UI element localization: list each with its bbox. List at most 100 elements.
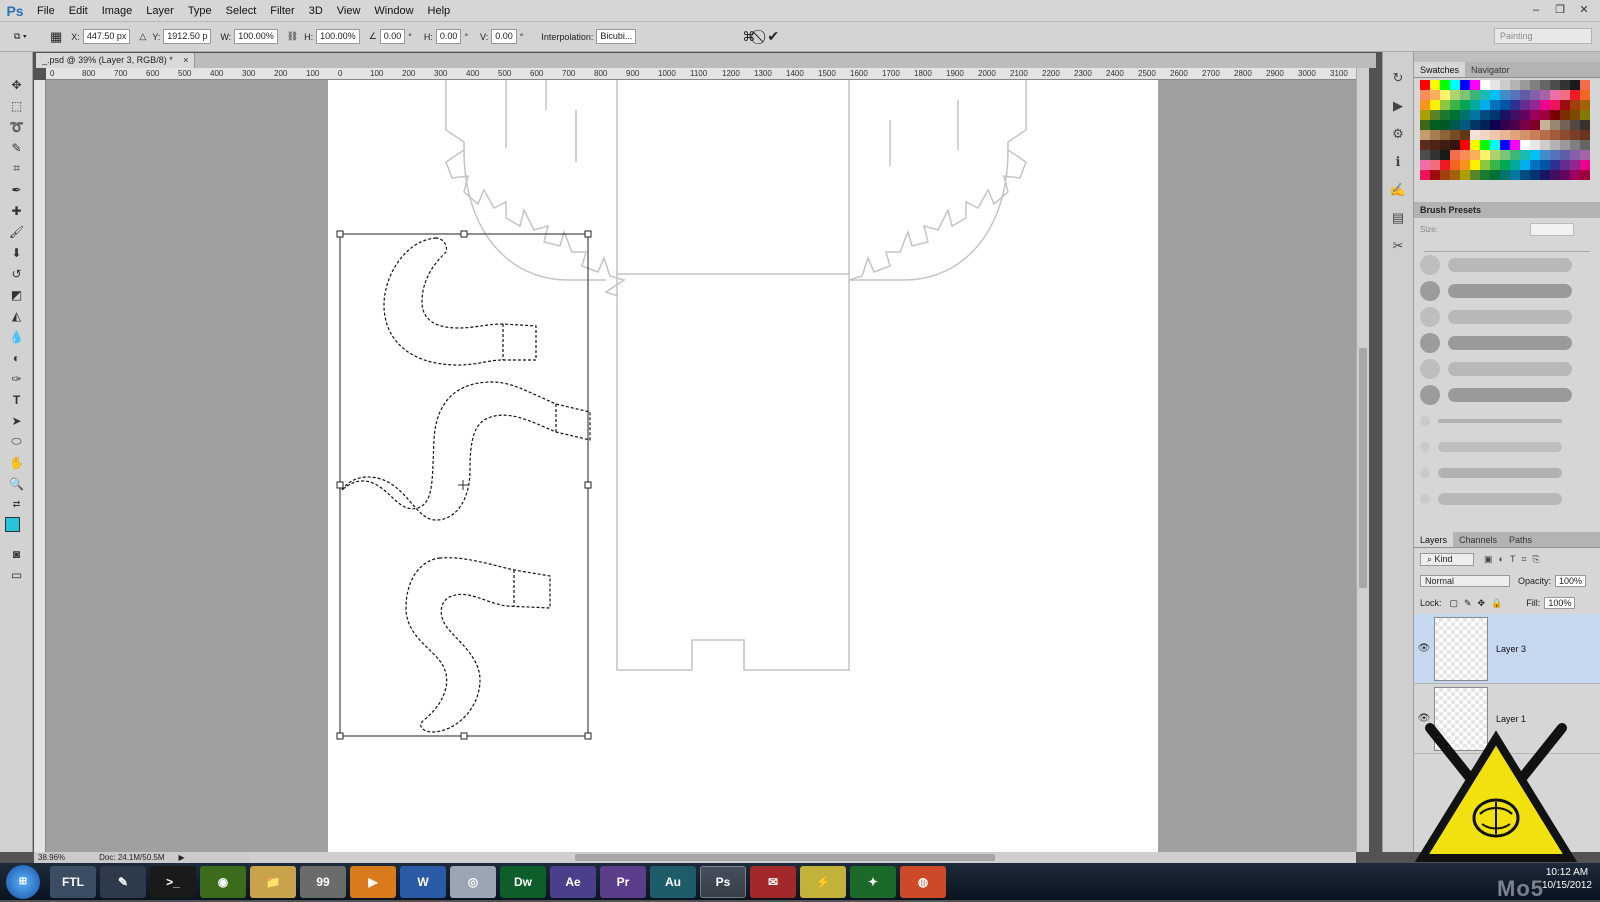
swatch[interactable] bbox=[1480, 100, 1490, 110]
stamp-tool-icon[interactable]: ⬇ bbox=[0, 242, 33, 263]
swatch[interactable] bbox=[1570, 130, 1580, 140]
swatch[interactable] bbox=[1420, 110, 1430, 120]
taskbar-app-5[interactable]: 99 bbox=[300, 865, 346, 898]
warp-icon[interactable]: ⌘ bbox=[742, 29, 755, 45]
width-field[interactable]: 100.00% bbox=[234, 29, 278, 44]
history-brush-tool-icon[interactable]: ↺ bbox=[0, 263, 33, 284]
swatch[interactable] bbox=[1520, 120, 1530, 130]
swatch[interactable] bbox=[1490, 160, 1500, 170]
close-tab-icon[interactable]: × bbox=[183, 55, 188, 65]
swatch[interactable] bbox=[1490, 130, 1500, 140]
swatch[interactable] bbox=[1430, 150, 1440, 160]
swatch[interactable] bbox=[1560, 160, 1570, 170]
hand-tool-icon[interactable]: ✋ bbox=[0, 452, 33, 473]
swatch[interactable] bbox=[1430, 170, 1440, 180]
swatch[interactable] bbox=[1420, 170, 1430, 180]
swatch[interactable] bbox=[1460, 160, 1470, 170]
swatch[interactable] bbox=[1440, 90, 1450, 100]
swatch[interactable] bbox=[1550, 90, 1560, 100]
taskbar-app-4[interactable]: 📁 bbox=[250, 865, 296, 898]
commit-transform-icon[interactable]: ✔ bbox=[767, 28, 779, 45]
swatch[interactable] bbox=[1510, 120, 1520, 130]
minimize-button[interactable]: – bbox=[1526, 2, 1546, 18]
swatch[interactable] bbox=[1480, 140, 1490, 150]
swatch[interactable] bbox=[1520, 140, 1530, 150]
color-swatches[interactable] bbox=[0, 515, 32, 543]
swatch[interactable] bbox=[1570, 80, 1580, 90]
swatch[interactable] bbox=[1460, 100, 1470, 110]
taskbar-app-17[interactable]: ◍ bbox=[900, 865, 946, 898]
menu-layer[interactable]: Layer bbox=[139, 5, 181, 17]
swatch[interactable] bbox=[1540, 140, 1550, 150]
swatch[interactable] bbox=[1520, 160, 1530, 170]
taskbar-app-15[interactable]: ⚡ bbox=[800, 865, 846, 898]
menu-help[interactable]: Help bbox=[421, 5, 458, 17]
lock-icons[interactable]: ▢✎✥🔒 bbox=[1450, 598, 1509, 609]
swatch[interactable] bbox=[1540, 80, 1550, 90]
swatch[interactable] bbox=[1550, 150, 1560, 160]
workspace-select[interactable]: Painting bbox=[1494, 28, 1592, 44]
swatch[interactable] bbox=[1560, 120, 1570, 130]
swatch[interactable] bbox=[1460, 90, 1470, 100]
swatch[interactable] bbox=[1500, 150, 1510, 160]
taskbar-app-0[interactable]: FTL bbox=[50, 865, 96, 898]
swatch[interactable] bbox=[1430, 160, 1440, 170]
menu-3d[interactable]: 3D bbox=[302, 5, 330, 17]
swatch[interactable] bbox=[1430, 130, 1440, 140]
swatch[interactable] bbox=[1580, 100, 1590, 110]
adjustments-icon[interactable]: ⚙ bbox=[1383, 120, 1413, 148]
brush-preset-item[interactable] bbox=[1414, 278, 1600, 304]
swatch[interactable] bbox=[1500, 130, 1510, 140]
swatch[interactable] bbox=[1470, 90, 1480, 100]
vertical-scroll-thumb[interactable] bbox=[1359, 348, 1367, 588]
swatch[interactable] bbox=[1570, 120, 1580, 130]
swatch[interactable] bbox=[1510, 100, 1520, 110]
swatch[interactable] bbox=[1570, 170, 1580, 180]
opacity-field[interactable]: 100% bbox=[1555, 575, 1587, 587]
swatch[interactable] bbox=[1550, 80, 1560, 90]
swatch[interactable] bbox=[1470, 130, 1480, 140]
swatch[interactable] bbox=[1520, 100, 1530, 110]
swatch[interactable] bbox=[1580, 150, 1590, 160]
taskbar-app-10[interactable]: Ae bbox=[550, 865, 596, 898]
swatch[interactable] bbox=[1480, 150, 1490, 160]
quick-mask-icon[interactable]: ◙ bbox=[0, 543, 33, 564]
swatch[interactable] bbox=[1430, 80, 1440, 90]
swatch[interactable] bbox=[1460, 140, 1470, 150]
brush-size-slider[interactable] bbox=[1424, 240, 1590, 252]
swatch[interactable] bbox=[1420, 160, 1430, 170]
swatch[interactable] bbox=[1500, 160, 1510, 170]
swatch[interactable] bbox=[1460, 80, 1470, 90]
taskbar-app-13[interactable]: Ps bbox=[700, 865, 746, 898]
healing-tool-icon[interactable]: ✚ bbox=[0, 200, 33, 221]
swatch[interactable] bbox=[1530, 100, 1540, 110]
swatch[interactable] bbox=[1580, 140, 1590, 150]
actions-icon[interactable]: ▶ bbox=[1383, 92, 1413, 120]
brush-preset-item[interactable] bbox=[1414, 434, 1600, 460]
swatch[interactable] bbox=[1490, 90, 1500, 100]
zoom-level[interactable]: 38.96% bbox=[38, 852, 65, 863]
swatch[interactable] bbox=[1480, 130, 1490, 140]
swatch[interactable] bbox=[1580, 160, 1590, 170]
brush-preset-item[interactable] bbox=[1414, 460, 1600, 486]
eyedropper-tool-icon[interactable]: ✒ bbox=[0, 179, 33, 200]
swatch[interactable] bbox=[1460, 120, 1470, 130]
taskbar-app-12[interactable]: Au bbox=[650, 865, 696, 898]
swatch[interactable] bbox=[1450, 110, 1460, 120]
horizontal-scroll-thumb[interactable] bbox=[575, 854, 995, 861]
swatch[interactable] bbox=[1500, 140, 1510, 150]
blur-tool-icon[interactable]: 💧 bbox=[0, 326, 33, 347]
blend-mode-select[interactable]: Normal bbox=[1420, 575, 1510, 587]
swatch[interactable] bbox=[1520, 130, 1530, 140]
swatch[interactable] bbox=[1520, 80, 1530, 90]
brush-preset-item[interactable] bbox=[1414, 304, 1600, 330]
swatch[interactable] bbox=[1530, 150, 1540, 160]
swatch[interactable] bbox=[1530, 80, 1540, 90]
swatch[interactable] bbox=[1540, 120, 1550, 130]
taskbar-app-14[interactable]: ✉ bbox=[750, 865, 796, 898]
taskbar-app-16[interactable]: ✦ bbox=[850, 865, 896, 898]
menu-filter[interactable]: Filter bbox=[263, 5, 301, 17]
brush-preset-item[interactable] bbox=[1414, 252, 1600, 278]
swatch[interactable] bbox=[1570, 150, 1580, 160]
swatch-grid[interactable] bbox=[1414, 80, 1600, 180]
